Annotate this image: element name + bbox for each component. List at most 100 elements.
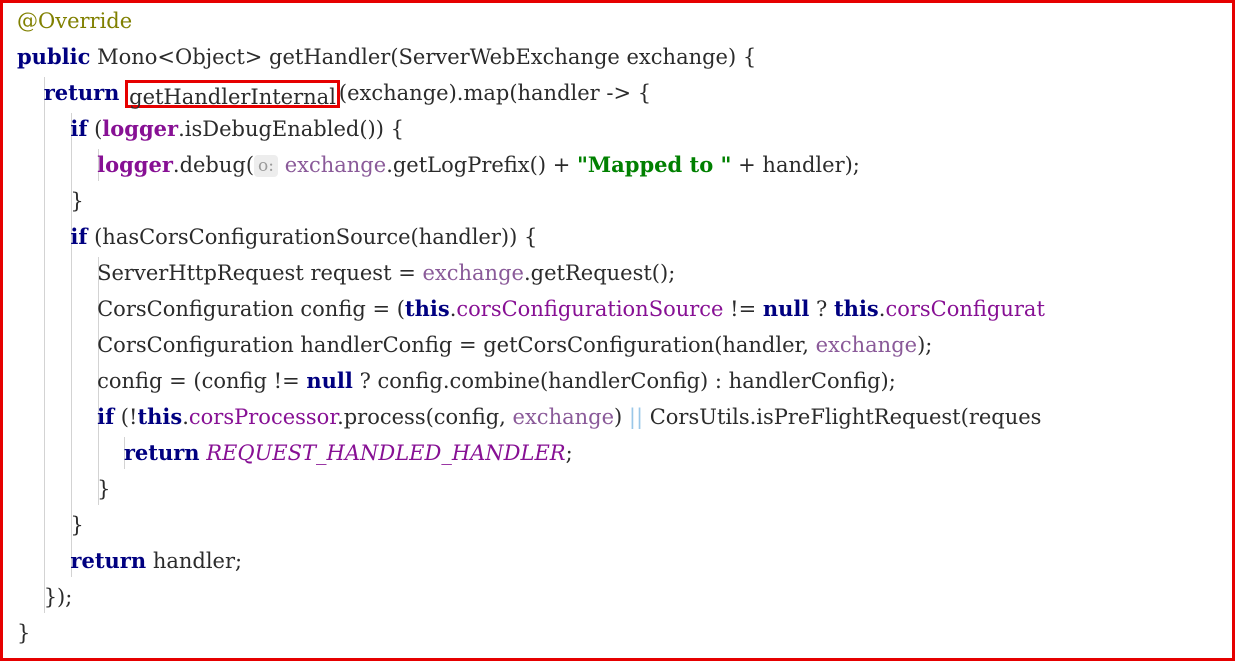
code-token-keyword: if [70, 116, 88, 141]
code-line[interactable]: config = (config != null ? config.combin… [3, 363, 1232, 399]
code-line-text: @Override [3, 3, 132, 39]
code-token-annot: @Override [17, 9, 133, 33]
code-token-default: CorsConfiguration config = ( [17, 297, 405, 321]
code-token-default: }); [17, 585, 73, 609]
code-line[interactable]: return handler; [3, 543, 1232, 579]
code-token-param: exchange [422, 261, 524, 285]
code-line-text: } [3, 183, 84, 219]
code-token-keyword: null [762, 296, 810, 321]
code-token-default: .process(config, [337, 405, 513, 429]
code-line-text: if (logger.isDebugEnabled()) { [3, 111, 404, 147]
code-line[interactable]: if (!this.corsProcessor.process(config, … [3, 399, 1232, 435]
code-token-default: } [17, 477, 111, 501]
code-token-keyword: if [97, 404, 115, 429]
code-token-default: (hasCorsConfigurationSource(handler)) { [87, 225, 538, 249]
code-token-default: ( [87, 117, 103, 141]
code-token-default: } [17, 189, 84, 213]
code-line[interactable]: return REQUEST_HANDLED_HANDLER; [3, 435, 1232, 471]
code-line-text: return getHandlerInternal (exchange).map(… [3, 75, 651, 111]
code-line[interactable]: } [3, 183, 1232, 219]
code-token-default [17, 81, 44, 105]
code-line-text: } [3, 507, 83, 543]
code-token-default: Mono<Object> getHandler(ServerWebExchang… [90, 45, 757, 69]
code-token-default: CorsUtils.isPreFlightRequest(reques [643, 405, 1042, 429]
code-line[interactable]: return getHandlerInternal (exchange).map(… [3, 75, 1232, 111]
code-token-default: ) [614, 405, 629, 429]
code-token-default [17, 225, 70, 249]
code-token-string: "Mapped to " [576, 152, 732, 177]
code-line[interactable]: ServerHttpRequest request = exchange.get… [3, 255, 1232, 291]
code-token-default [17, 441, 124, 465]
code-line[interactable]: logger.debug(o: exchange.getLogPrefix() … [3, 147, 1232, 183]
code-token-default: != [723, 297, 763, 321]
code-token-keyword: return [123, 440, 200, 465]
code-token-default [17, 153, 97, 177]
code-token-keyword: if [70, 224, 88, 249]
code-token-default: ServerHttpRequest request = [17, 261, 423, 285]
code-token-param: exchange [284, 153, 387, 177]
code-token-staticfld: logger [97, 152, 173, 177]
code-line-text: CorsConfiguration handlerConfig = getCor… [3, 327, 932, 363]
code-token-keyword: public [17, 44, 91, 69]
code-token-orop: || [628, 405, 644, 429]
code-token-keyword: return [70, 548, 147, 573]
code-line-text: public Mono<Object> getHandler(ServerWeb… [3, 39, 756, 75]
code-token-field: corsConfigurationSource [456, 297, 724, 321]
code-snippet-panel: @Override public Mono<Object> getHandler(… [0, 0, 1235, 661]
code-token-param: exchange [815, 333, 918, 357]
code-line-text: }); [3, 579, 73, 615]
code-token-default: .isDebugEnabled()) { [178, 117, 404, 141]
code-line[interactable]: } [3, 615, 1232, 651]
code-token-keyword: this [137, 404, 183, 429]
code-token-default: .getLogPrefix() + [386, 153, 577, 177]
code-line[interactable]: @Override [3, 3, 1232, 39]
code-line[interactable]: } [3, 507, 1232, 543]
highlighted-method-call[interactable]: getHandlerInternal [125, 80, 340, 109]
code-token-staticfld: logger [102, 116, 179, 141]
code-token-default: (! [114, 405, 138, 429]
code-line-text: } [3, 615, 30, 651]
code-line-text: ServerHttpRequest request = exchange.get… [3, 255, 675, 291]
code-token-default [17, 405, 97, 429]
code-line[interactable]: CorsConfiguration config = (this.corsCon… [3, 291, 1232, 327]
code-line[interactable]: CorsConfiguration handlerConfig = getCor… [3, 327, 1232, 363]
code-line[interactable]: if (logger.isDebugEnabled()) { [3, 111, 1232, 147]
code-line-text: CorsConfiguration config = (this.corsCon… [3, 291, 1045, 327]
code-line-text: if (!this.corsProcessor.process(config, … [3, 399, 1041, 435]
code-line[interactable]: }); [3, 579, 1232, 615]
code-line-text: return REQUEST_HANDLED_HANDLER; [3, 435, 573, 471]
code-token-field: corsConfigurat [885, 297, 1045, 321]
code-line[interactable]: if (hasCorsConfigurationSource(handler))… [3, 219, 1232, 255]
code-token-keyword: null [306, 368, 353, 393]
code-token-default: ? config.combine(handlerConfig) : handle… [352, 369, 896, 393]
code-token-param: exchange [512, 405, 615, 429]
code-line-text: config = (config != null ? config.combin… [3, 363, 896, 399]
code-line-text: if (hasCorsConfigurationSource(handler))… [3, 219, 537, 255]
code-token-default: + handler); [731, 153, 860, 177]
code-token-default [17, 117, 70, 141]
code-line[interactable]: public Mono<Object> getHandler(ServerWeb… [3, 39, 1232, 75]
code-token-default [278, 153, 285, 177]
code-token-constant: REQUEST_HANDLED_HANDLER [206, 441, 566, 465]
code-token-default: config = (config != [17, 369, 307, 393]
code-token-default [17, 549, 70, 573]
code-line-text: logger.debug(o: exchange.getLogPrefix() … [3, 147, 860, 184]
code-line[interactable]: } [3, 471, 1232, 507]
code-token-default: . [182, 405, 189, 429]
inlay-parameter-hint[interactable]: o: [254, 155, 279, 177]
code-token-default: ? [809, 297, 834, 321]
code-token-default: ; [565, 441, 573, 465]
code-lines-container[interactable]: @Override public Mono<Object> getHandler(… [3, 3, 1232, 651]
code-token-default: .debug( [172, 153, 255, 177]
code-token-keyword: return [43, 80, 120, 105]
code-token-default: ); [917, 333, 933, 357]
code-token-default: handler; [146, 549, 243, 573]
code-line-text: return handler; [3, 543, 242, 579]
code-scroll-area[interactable]: @Override public Mono<Object> getHandler(… [3, 3, 1232, 658]
code-line-text: } [3, 471, 110, 507]
code-token-default: } [17, 621, 31, 645]
code-token-default: (exchange).map(handler -> { [338, 81, 652, 105]
code-token-field: corsProcessor [188, 405, 338, 429]
code-token-keyword: this [833, 296, 879, 321]
code-token-default: CorsConfiguration handlerConfig = getCor… [17, 333, 816, 357]
